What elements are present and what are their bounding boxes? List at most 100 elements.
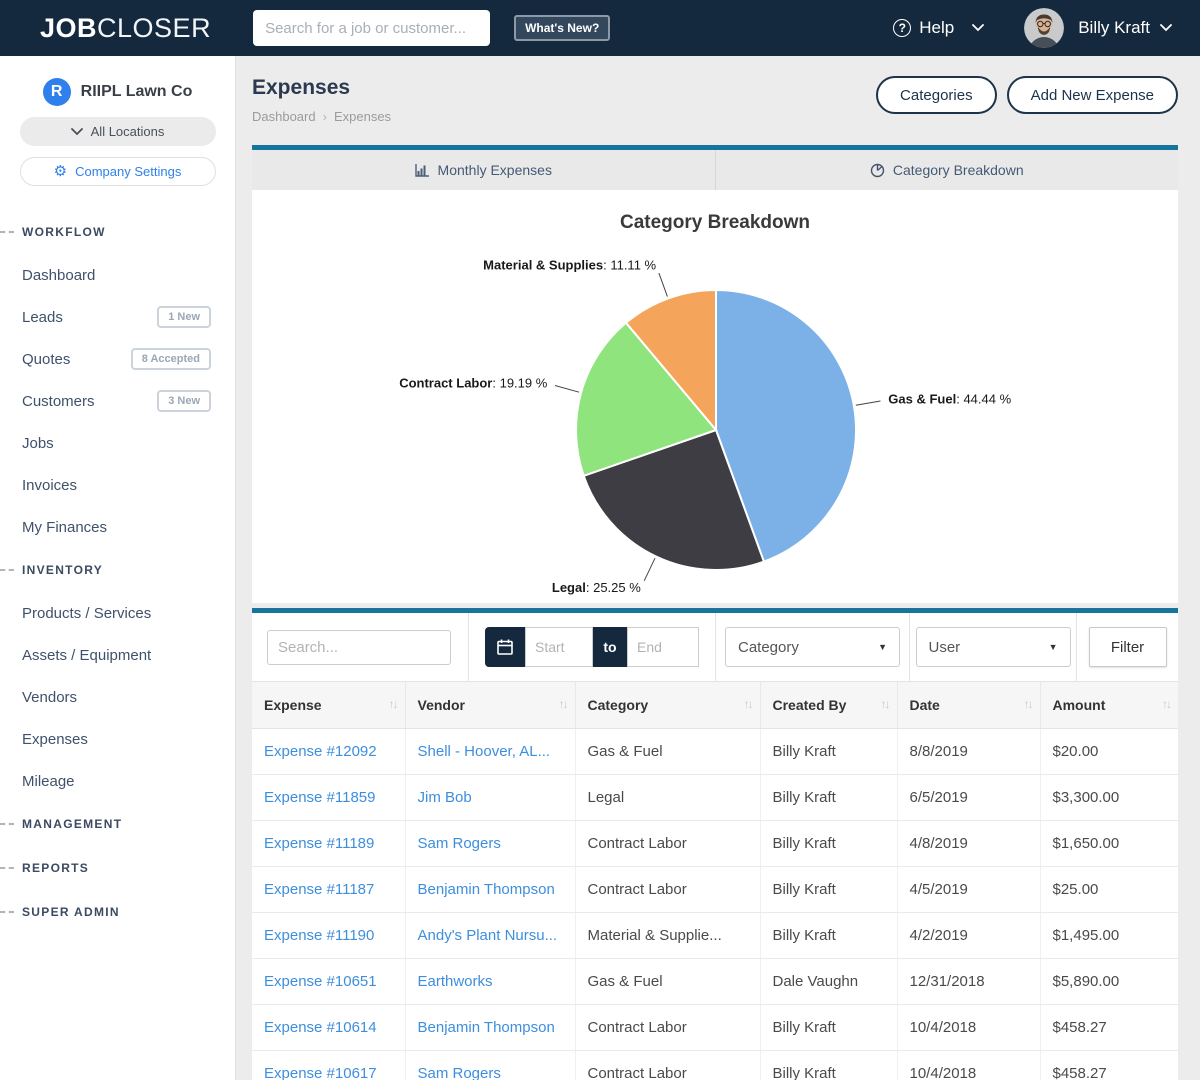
sidebar-item-expenses[interactable]: Expenses bbox=[0, 718, 235, 760]
amount-cell: $458.27 bbox=[1053, 1065, 1107, 1080]
vendor-link[interactable]: Benjamin Thompson bbox=[418, 1019, 555, 1036]
sort-icon[interactable]: ↑↓ bbox=[559, 697, 567, 711]
sidebar-item-label: Dashboard bbox=[22, 267, 95, 284]
vendor-link[interactable]: Sam Rogers bbox=[418, 835, 501, 852]
sort-icon[interactable]: ↑↓ bbox=[1024, 697, 1032, 711]
sidebar-item-label: Customers bbox=[22, 393, 95, 410]
sort-icon[interactable]: ↑↓ bbox=[744, 697, 752, 711]
add-new-expense-button[interactable]: Add New Expense bbox=[1007, 76, 1178, 114]
sidebar-item-dashboard[interactable]: Dashboard bbox=[0, 254, 235, 296]
tab-monthly-expenses[interactable]: Monthly Expenses bbox=[252, 150, 715, 190]
breadcrumb-dashboard[interactable]: Dashboard bbox=[252, 109, 316, 124]
sidebar-item-mileage[interactable]: Mileage bbox=[0, 760, 235, 802]
global-search-input[interactable] bbox=[253, 10, 490, 46]
sidebar-item-label: Jobs bbox=[22, 435, 54, 452]
column-header-vendor[interactable]: ↑↓Vendor bbox=[405, 682, 575, 728]
vendor-link[interactable]: Andy's Plant Nursu... bbox=[418, 927, 558, 944]
category-cell: Contract Labor bbox=[588, 835, 687, 852]
expense-link[interactable]: Expense #11187 bbox=[264, 881, 374, 898]
pie-label-legal: Legal: 25.25 % bbox=[552, 580, 641, 595]
sidebar-section-reports[interactable]: Reports bbox=[0, 846, 235, 890]
user-name[interactable]: Billy Kraft bbox=[1078, 18, 1150, 38]
sidebar-section-management[interactable]: Management bbox=[0, 802, 235, 846]
vendor-link[interactable]: Shell - Hoover, AL... bbox=[418, 743, 551, 760]
sidebar-item-jobs[interactable]: Jobs bbox=[0, 422, 235, 464]
sidebar-item-assets-equipment[interactable]: Assets / Equipment bbox=[0, 634, 235, 676]
help-icon: ? bbox=[893, 19, 911, 37]
expense-link[interactable]: Expense #11189 bbox=[264, 835, 374, 852]
label-callout-line bbox=[856, 401, 881, 405]
company-header: R RIIPL Lawn Co bbox=[0, 78, 235, 106]
expense-link[interactable]: Expense #10614 bbox=[264, 1019, 377, 1036]
vendor-link[interactable]: Jim Bob bbox=[418, 789, 472, 806]
column-header-created-by[interactable]: ↑↓Created By bbox=[760, 682, 897, 728]
tab-category-breakdown-label: Category Breakdown bbox=[893, 162, 1024, 178]
count-badge: 1 New bbox=[157, 306, 211, 328]
user-avatar[interactable] bbox=[1024, 8, 1064, 48]
table-row: Expense #10614Benjamin ThompsonContract … bbox=[252, 1004, 1178, 1050]
table-header-row: ↑↓Expense↑↓Vendor↑↓Category↑↓Created By↑… bbox=[252, 682, 1178, 728]
column-header-amount[interactable]: ↑↓Amount bbox=[1040, 682, 1178, 728]
sidebar-item-invoices[interactable]: Invoices bbox=[0, 464, 235, 506]
column-header-expense[interactable]: ↑↓Expense bbox=[252, 682, 405, 728]
count-badge: 3 New bbox=[157, 390, 211, 412]
column-header-category[interactable]: ↑↓Category bbox=[575, 682, 760, 728]
section-dash-icon bbox=[0, 911, 14, 913]
sidebar-item-leads[interactable]: Leads1 New bbox=[0, 296, 235, 338]
all-locations-dropdown[interactable]: All Locations bbox=[20, 117, 216, 146]
sidebar-item-customers[interactable]: Customers 3 New bbox=[0, 380, 235, 422]
expense-link[interactable]: Expense #10651 bbox=[264, 973, 377, 990]
amount-cell: $5,890.00 bbox=[1053, 973, 1120, 990]
filter-button[interactable]: Filter bbox=[1089, 627, 1167, 667]
vendor-link[interactable]: Earthworks bbox=[418, 973, 493, 990]
main-content: Expenses Dashboard › Expenses Categories… bbox=[236, 56, 1200, 1080]
help-menu[interactable]: ? Help bbox=[893, 18, 984, 38]
sidebar-section-super-admin[interactable]: Super Admin bbox=[0, 890, 235, 934]
date-cell: 10/4/2018 bbox=[910, 1019, 977, 1036]
filter-bar: to Category ▼ User ▼ Filter bbox=[252, 613, 1178, 682]
whats-new-button[interactable]: What's New? bbox=[514, 15, 610, 41]
categories-button[interactable]: Categories bbox=[876, 76, 997, 114]
sidebar-item-products-services[interactable]: Products / Services bbox=[0, 592, 235, 634]
vendor-link[interactable]: Benjamin Thompson bbox=[418, 881, 555, 898]
sort-icon[interactable]: ↑↓ bbox=[389, 697, 397, 711]
expense-link[interactable]: Expense #10617 bbox=[264, 1065, 377, 1080]
date-end-input[interactable] bbox=[627, 627, 699, 667]
chart-tabs: Monthly Expenses Category Breakdown bbox=[252, 145, 1178, 190]
pie-label-gas-fuel: Gas & Fuel: 44.44 % bbox=[888, 392, 1011, 407]
chevron-down-icon[interactable] bbox=[1160, 24, 1172, 32]
sidebar-item-quotes[interactable]: Quotes8 Accepted bbox=[0, 338, 235, 380]
sort-icon[interactable]: ↑↓ bbox=[881, 697, 889, 711]
sidebar-item-label: Assets / Equipment bbox=[22, 647, 151, 664]
table-row: Expense #12092Shell - Hoover, AL...Gas &… bbox=[252, 728, 1178, 774]
expense-link[interactable]: Expense #11859 bbox=[264, 789, 375, 806]
date-start-input[interactable] bbox=[525, 627, 593, 667]
date-cell: 8/8/2019 bbox=[910, 743, 968, 760]
category-select-value: Category bbox=[738, 639, 799, 656]
sidebar-item-label: Mileage bbox=[22, 773, 75, 790]
tab-monthly-expenses-label: Monthly Expenses bbox=[438, 162, 552, 178]
all-locations-label: All Locations bbox=[91, 124, 165, 139]
column-header-date[interactable]: ↑↓Date bbox=[897, 682, 1040, 728]
sidebar-item-vendors[interactable]: Vendors bbox=[0, 676, 235, 718]
sidebar-item-label: My Finances bbox=[22, 519, 107, 536]
company-settings-button[interactable]: ⚙ Company Settings bbox=[20, 157, 216, 186]
amount-cell: $25.00 bbox=[1053, 881, 1099, 898]
expense-link[interactable]: Expense #12092 bbox=[264, 743, 377, 760]
sort-icon[interactable]: ↑↓ bbox=[1162, 697, 1170, 711]
category-select[interactable]: Category ▼ bbox=[725, 627, 900, 667]
section-dash-icon bbox=[0, 823, 14, 825]
amount-cell: $458.27 bbox=[1053, 1019, 1107, 1036]
expense-link[interactable]: Expense #11190 bbox=[264, 927, 374, 944]
vendor-link[interactable]: Sam Rogers bbox=[418, 1065, 501, 1080]
calendar-button[interactable] bbox=[485, 627, 525, 667]
sidebar-section-inventory[interactable]: Inventory bbox=[0, 548, 235, 592]
sidebar-section-workflow[interactable]: Workflow bbox=[0, 210, 235, 254]
tab-category-breakdown[interactable]: Category Breakdown bbox=[715, 150, 1179, 190]
user-select[interactable]: User ▼ bbox=[916, 627, 1071, 667]
table-search-input[interactable] bbox=[267, 630, 451, 665]
sidebar-item-my-finances[interactable]: My Finances bbox=[0, 506, 235, 548]
sidebar: R RIIPL Lawn Co All Locations ⚙ Company … bbox=[0, 56, 236, 1080]
date-cell: 4/5/2019 bbox=[910, 881, 968, 898]
created-by-cell: Billy Kraft bbox=[773, 1065, 836, 1080]
